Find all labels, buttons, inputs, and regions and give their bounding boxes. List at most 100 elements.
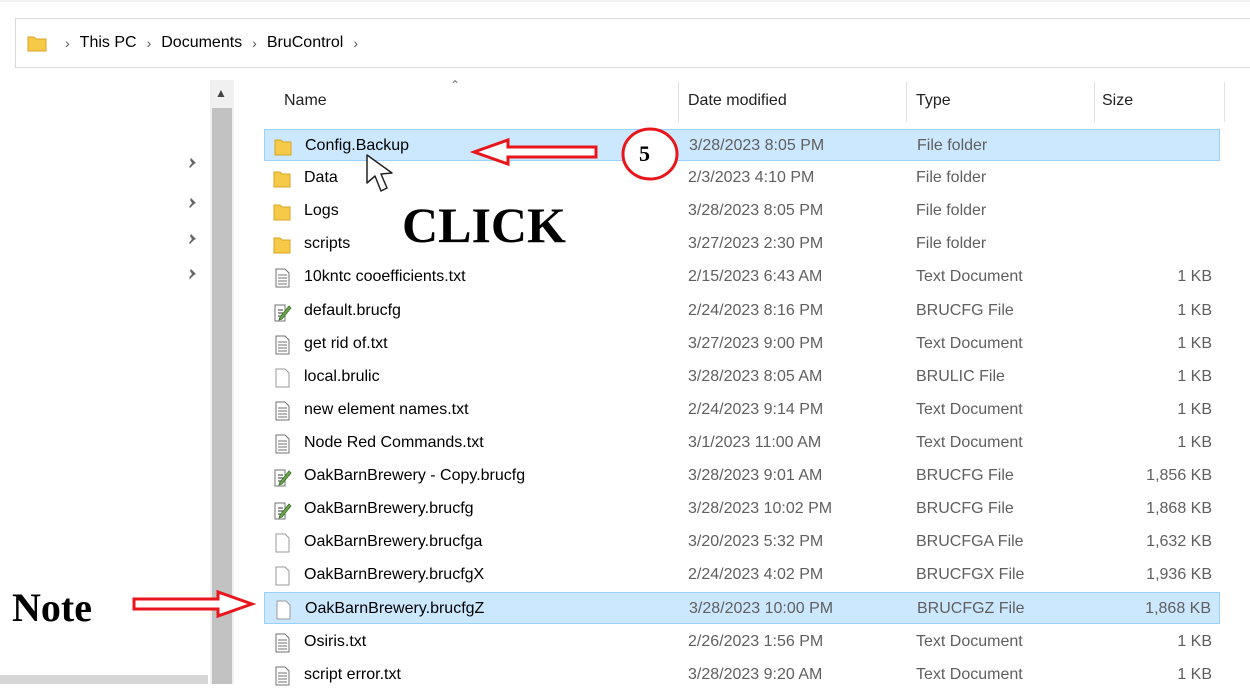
file-type: BRULIC File	[916, 367, 1005, 385]
file-date-modified: 3/20/2023 5:32 PM	[688, 533, 824, 551]
column-divider[interactable]	[1224, 82, 1225, 122]
file-type: File folder	[916, 202, 987, 220]
folder-icon	[27, 36, 47, 52]
pin-icon[interactable]	[186, 267, 200, 281]
config-file-icon	[274, 469, 292, 487]
blank-file-icon	[276, 600, 291, 620]
file-name: new element names.txt	[304, 400, 469, 418]
breadcrumb-documents[interactable]: Documents	[161, 34, 242, 52]
sort-ascending-icon: ⌃	[450, 78, 461, 92]
right-arrow-annotation	[132, 589, 256, 619]
file-date-modified: 3/27/2023 9:00 PM	[688, 334, 824, 352]
file-size: 1,936 KB	[1146, 566, 1212, 584]
chevron-right-icon[interactable]: ›	[353, 35, 358, 51]
click-annotation: CLICK	[402, 197, 566, 253]
file-row[interactable]: default.brucfg 2/24/2023 8:16 PM BRUCFG Fi…	[264, 295, 1220, 327]
column-date-modified[interactable]: Date modified	[688, 92, 787, 110]
pin-icon[interactable]	[186, 196, 200, 210]
folder-icon	[273, 237, 291, 254]
file-row[interactable]: Config.Backup 3/28/2023 8:05 PM File folde…	[264, 129, 1220, 161]
file-type: BRUCFG File	[916, 467, 1014, 484]
file-size: 1,868 KB	[1145, 600, 1211, 618]
file-name: Logs	[304, 202, 339, 220]
file-row[interactable]: OakBarnBrewery.brucfgX 2/24/2023 4:02 PM B…	[264, 559, 1220, 591]
blank-file-icon	[275, 368, 290, 388]
file-date-modified: 3/28/2023 10:00 PM	[689, 600, 834, 618]
file-type: File folder	[916, 169, 987, 187]
column-size[interactable]: Size	[1102, 92, 1133, 110]
config-file-icon	[274, 502, 292, 520]
file-name: OakBarnBrewery - Copy.brucfg	[304, 467, 526, 484]
text-file-icon	[275, 434, 290, 454]
config-file-icon	[274, 304, 292, 321]
scroll-up-icon[interactable]: ▲	[215, 86, 227, 100]
nav-pane-scrollbar[interactable]	[0, 675, 208, 684]
file-row[interactable]: Data 2/3/2023 4:10 PM File folder	[264, 162, 1220, 194]
file-date-modified: 3/28/2023 9:01 AM	[688, 467, 823, 484]
file-row[interactable]: OakBarnBrewery - Copy.brucfg 3/28/2023 9:…	[264, 460, 1220, 492]
file-name: get rid of.txt	[304, 334, 388, 352]
file-size: 1 KB	[1177, 334, 1212, 352]
address-bar[interactable]: › This PC › Documents › BruControl ›	[15, 18, 1250, 68]
file-name: Node Red Commands.txt	[304, 433, 484, 451]
column-divider[interactable]	[906, 82, 907, 122]
file-size: 1,632 KB	[1146, 533, 1212, 551]
file-row[interactable]: Node Red Commands.txt 3/1/2023 11:00 AM Te…	[264, 427, 1220, 459]
file-type: Text Document	[916, 632, 1023, 650]
text-file-icon	[275, 335, 290, 355]
file-type: BRUCFG File	[916, 301, 1014, 319]
column-divider[interactable]	[1094, 82, 1095, 122]
file-row[interactable]: OakBarnBrewery.brucfgZ 3/28/2023 10:00 PM…	[264, 592, 1220, 625]
file-type: BRUCFG File	[916, 500, 1014, 518]
file-row[interactable]: local.brulic 3/28/2023 8:05 AM BRULIC File…	[264, 361, 1220, 393]
file-type: BRUCFGZ File	[917, 600, 1025, 618]
chevron-right-icon[interactable]: ›	[65, 35, 70, 51]
file-row[interactable]: script error.txt 3/28/2023 9:20 AM Text Do…	[264, 659, 1220, 691]
chevron-right-icon[interactable]: ›	[252, 35, 257, 51]
file-date-modified: 2/24/2023 8:16 PM	[688, 301, 824, 319]
file-name: default.brucfg	[304, 301, 401, 319]
column-divider[interactable]	[678, 82, 679, 122]
file-type: BRUCFGX File	[916, 566, 1025, 584]
pin-icon[interactable]	[186, 156, 200, 170]
breadcrumb-this-pc[interactable]: This PC	[80, 34, 137, 52]
chevron-right-icon[interactable]: ›	[147, 35, 152, 51]
column-name[interactable]: Name	[284, 92, 327, 110]
file-row[interactable]: OakBarnBrewery.brucfg 3/28/2023 10:02 PM B…	[264, 493, 1220, 525]
file-name: 10kntc cooefficients.txt	[304, 268, 466, 286]
blank-file-icon	[275, 533, 290, 553]
text-file-icon	[275, 401, 290, 421]
file-name: OakBarnBrewery.brucfg	[304, 500, 474, 518]
file-row[interactable]: Osiris.txt 2/26/2023 1:56 PM Text Document…	[264, 626, 1220, 658]
file-date-modified: 3/28/2023 8:05 PM	[689, 137, 825, 154]
file-date-modified: 3/28/2023 8:05 AM	[688, 367, 823, 385]
text-file-icon	[275, 633, 290, 652]
file-name: OakBarnBrewery.brucfga	[304, 533, 483, 551]
file-size: 1 KB	[1177, 367, 1212, 385]
file-date-modified: 3/28/2023 8:05 PM	[688, 202, 824, 220]
file-name: local.brulic	[304, 367, 380, 385]
step-number: 5	[639, 141, 650, 166]
file-type: Text Document	[916, 268, 1023, 286]
file-row[interactable]: 10kntc cooefficients.txt 2/15/2023 6:43 A…	[264, 261, 1220, 293]
column-type[interactable]: Type	[916, 92, 951, 110]
pin-icon[interactable]	[186, 232, 200, 246]
file-size: 1,856 KB	[1146, 467, 1212, 484]
file-date-modified: 2/26/2023 1:56 PM	[688, 632, 824, 650]
breadcrumb-brucontrol[interactable]: BruControl	[267, 34, 343, 52]
file-size: 1 KB	[1177, 632, 1212, 650]
file-name: Osiris.txt	[304, 632, 367, 650]
file-date-modified: 2/24/2023 4:02 PM	[688, 566, 824, 584]
file-date-modified: 3/1/2023 11:00 AM	[688, 433, 822, 451]
left-arrow-annotation	[470, 137, 598, 167]
file-date-modified: 2/24/2023 9:14 PM	[688, 400, 824, 418]
file-row[interactable]: get rid of.txt 3/27/2023 9:00 PM Text Docu…	[264, 328, 1220, 360]
file-date-modified: 2/15/2023 6:43 AM	[688, 268, 823, 286]
file-type: BRUCFGA File	[916, 533, 1024, 551]
file-name: OakBarnBrewery.brucfgX	[304, 566, 485, 584]
file-row[interactable]: new element names.txt 2/24/2023 9:14 PM Te…	[264, 394, 1220, 426]
file-name: script error.txt	[304, 665, 401, 683]
note-annotation: Note	[12, 585, 92, 630]
file-name: scripts	[304, 235, 351, 253]
file-row[interactable]: OakBarnBrewery.brucfga 3/20/2023 5:32 PM B…	[264, 526, 1220, 558]
